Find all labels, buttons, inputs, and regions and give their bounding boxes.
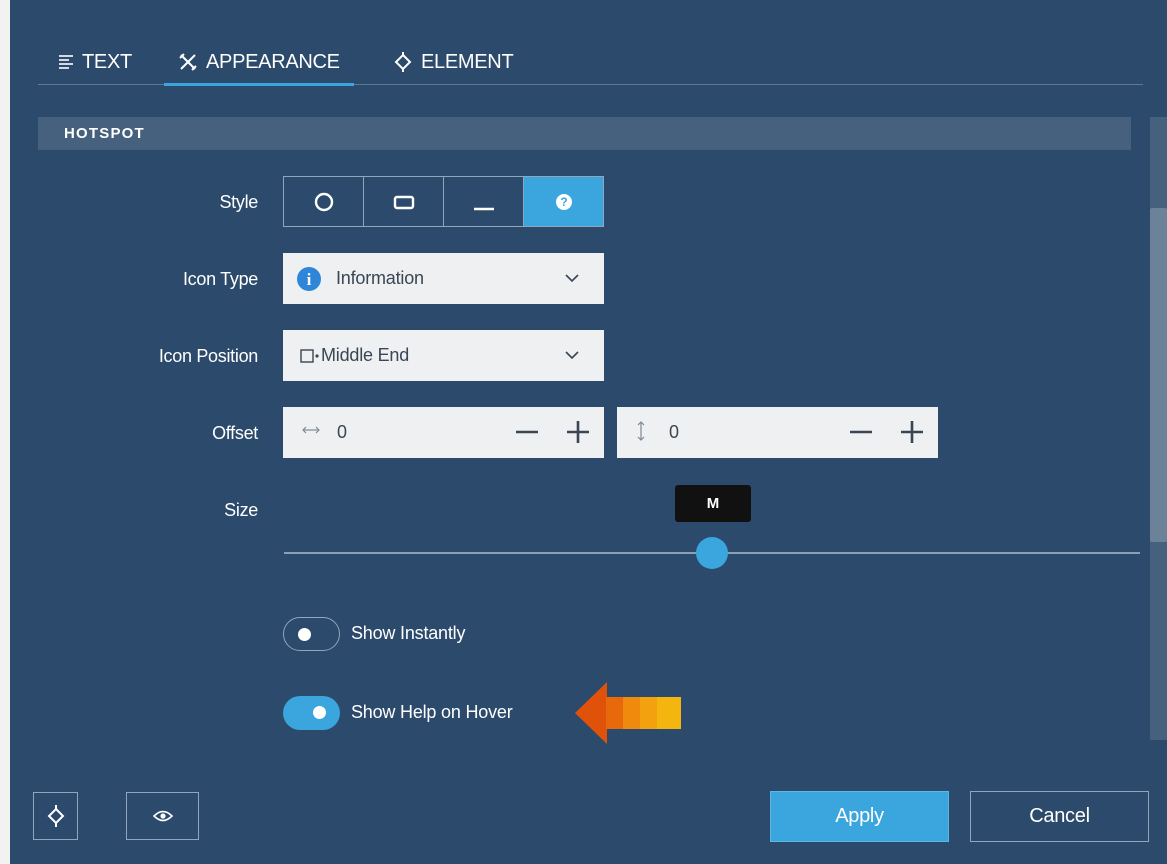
rectangle-icon bbox=[393, 195, 414, 209]
svg-text:i: i bbox=[307, 270, 312, 289]
tab-appearance-label: APPEARANCE bbox=[206, 50, 340, 73]
apply-button[interactable]: Apply bbox=[770, 791, 949, 842]
icon-type-value: Information bbox=[336, 268, 424, 288]
target-icon bbox=[47, 805, 64, 827]
style-rectangle-button[interactable] bbox=[364, 177, 444, 226]
vertical-arrows-icon bbox=[637, 421, 645, 441]
text-align-icon bbox=[58, 55, 74, 69]
size-slider-handle[interactable] bbox=[696, 537, 728, 569]
circle-icon bbox=[314, 192, 333, 211]
show-help-on-hover-label: Show Help on Hover bbox=[351, 702, 513, 722]
tab-text[interactable]: TEXT bbox=[58, 40, 132, 84]
icon-position-label: Icon Position bbox=[158, 346, 258, 366]
offset-y-input[interactable] bbox=[667, 421, 771, 444]
offset-x-increment-button[interactable] bbox=[565, 419, 591, 445]
offset-x-decrement-button[interactable] bbox=[514, 419, 540, 445]
style-icon-button[interactable]: ? bbox=[524, 177, 603, 226]
icon-position-value: Middle End bbox=[321, 345, 410, 365]
section-title: HOTSPOT bbox=[64, 125, 145, 142]
tab-element[interactable]: ELEMENT bbox=[393, 40, 514, 84]
size-label: Size bbox=[224, 500, 258, 520]
position-middle-end-icon bbox=[300, 349, 319, 363]
offset-y-stepper bbox=[617, 407, 938, 458]
tab-text-label: TEXT bbox=[82, 50, 132, 73]
icon-type-dropdown[interactable]: i Information bbox=[283, 253, 604, 304]
offset-x-input[interactable] bbox=[335, 421, 439, 444]
show-instantly-label: Show Instantly bbox=[351, 623, 466, 643]
size-tooltip: M bbox=[675, 485, 751, 522]
tools-icon bbox=[178, 52, 198, 72]
offset-x-stepper bbox=[283, 407, 604, 458]
icon-position-dropdown[interactable]: Middle End bbox=[283, 330, 604, 381]
style-underline-button[interactable] bbox=[444, 177, 524, 226]
style-circle-button[interactable] bbox=[284, 177, 364, 226]
offset-label: Offset bbox=[212, 423, 258, 443]
tab-element-label: ELEMENT bbox=[421, 50, 514, 73]
show-instantly-toggle[interactable] bbox=[283, 617, 340, 651]
question-icon: ? bbox=[555, 193, 572, 210]
editor-panel: TEXT APPEARANCE ELEMENT HOTSPOT Style ? … bbox=[0, 0, 1167, 864]
target-icon bbox=[393, 52, 413, 72]
icon-type-label: Icon Type bbox=[182, 269, 258, 289]
svg-text:?: ? bbox=[560, 195, 567, 209]
offset-y-increment-button[interactable] bbox=[899, 419, 925, 445]
info-circle-icon: i bbox=[297, 267, 321, 291]
annotation-arrow-icon bbox=[575, 682, 681, 744]
eye-icon bbox=[152, 810, 173, 822]
hotspot-section-header: HOTSPOT bbox=[38, 117, 1131, 150]
style-segmented-control: ? bbox=[283, 176, 604, 227]
style-label: Style bbox=[219, 192, 258, 212]
cancel-button[interactable]: Cancel bbox=[970, 791, 1149, 842]
show-help-on-hover-toggle[interactable] bbox=[283, 696, 340, 730]
tab-bar: TEXT APPEARANCE ELEMENT bbox=[38, 40, 1143, 86]
horizontal-arrows-icon bbox=[302, 426, 320, 434]
underline-icon bbox=[473, 207, 494, 210]
toggle-knob bbox=[313, 706, 326, 719]
toggle-knob bbox=[298, 628, 311, 641]
locate-element-button[interactable] bbox=[33, 792, 78, 840]
chevron-down-icon bbox=[565, 274, 579, 283]
scrollbar-thumb[interactable] bbox=[1150, 208, 1167, 542]
chevron-down-icon bbox=[565, 351, 579, 360]
preview-button[interactable] bbox=[126, 792, 199, 840]
offset-y-decrement-button[interactable] bbox=[848, 419, 874, 445]
tab-appearance[interactable]: APPEARANCE bbox=[164, 40, 354, 86]
